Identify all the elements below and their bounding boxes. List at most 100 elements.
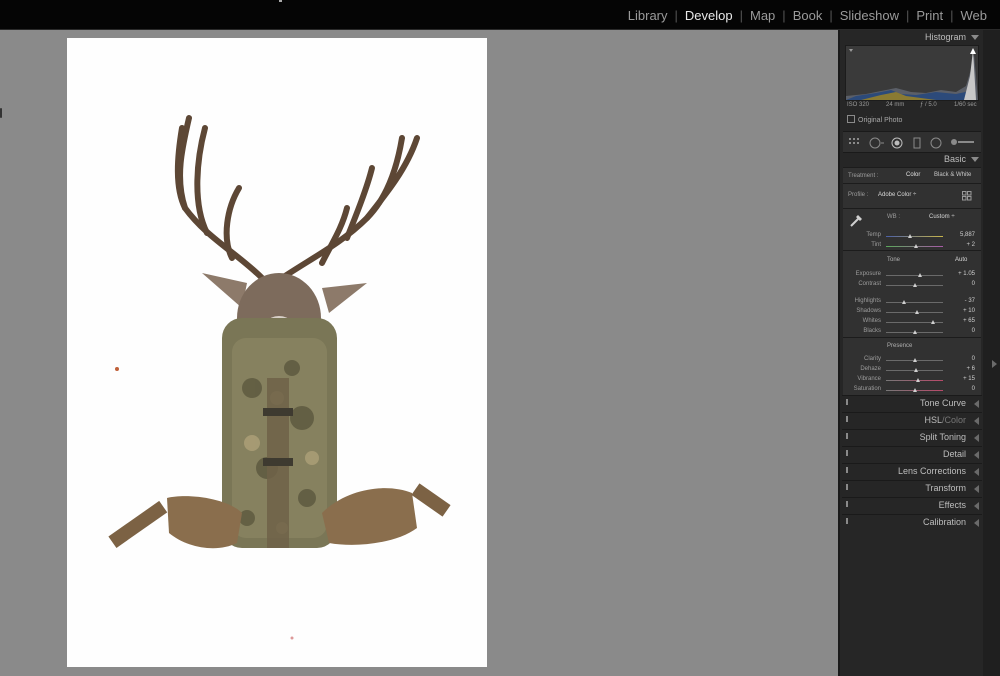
histogram-title: Histogram <box>924 32 966 42</box>
color-label[interactable]: Color <box>944 415 966 425</box>
profile-browser-icon[interactable] <box>962 191 972 201</box>
slider-value[interactable]: + 6 <box>966 366 975 372</box>
panel-switch-icon[interactable] <box>846 433 848 439</box>
slider-label: Contrast <box>858 281 881 287</box>
module-print[interactable]: Print <box>909 8 950 23</box>
module-map[interactable]: Map <box>743 8 782 23</box>
slider-value[interactable]: + 65 <box>963 318 975 324</box>
basic-header[interactable]: Basic <box>842 152 982 167</box>
slider-value[interactable]: 0 <box>972 281 975 287</box>
slider-thumb[interactable] <box>913 244 918 248</box>
slider-thumb[interactable] <box>918 273 923 277</box>
effects-header[interactable]: Effects <box>842 497 982 514</box>
slider-shadows[interactable]: Shadows + 10 <box>843 307 981 317</box>
wb-select[interactable]: Custom ÷ <box>929 214 955 220</box>
tool-strip <box>843 131 981 153</box>
slider-clarity[interactable]: Clarity 0 <box>843 355 981 365</box>
slider-value[interactable]: 0 <box>972 356 975 362</box>
spot-removal-icon[interactable] <box>869 137 885 149</box>
slider-value[interactable]: 0 <box>972 328 975 334</box>
slider-value[interactable]: 0 <box>972 386 975 392</box>
slider-tint[interactable]: Tint + 2 <box>843 241 981 251</box>
slider-thumb[interactable] <box>912 283 917 287</box>
panel-switch-icon[interactable] <box>846 399 848 405</box>
slider-vibrance[interactable]: Vibrance + 15 <box>843 375 981 385</box>
module-develop[interactable]: Develop <box>678 8 740 23</box>
module-web[interactable]: Web <box>954 8 995 23</box>
hsl-header[interactable]: HSL/Color <box>842 412 982 429</box>
slider-thumb[interactable] <box>902 300 907 304</box>
auto-tone-button[interactable]: Auto <box>955 257 967 263</box>
slider-label: Highlights <box>854 298 881 304</box>
panel-switch-icon[interactable] <box>846 501 848 507</box>
treatment-color-option[interactable]: Color <box>906 172 920 178</box>
right-panel-toggle-icon[interactable] <box>992 360 997 368</box>
slider-whites[interactable]: Whites + 65 <box>843 317 981 327</box>
split-toning-header[interactable]: Split Toning <box>842 429 982 446</box>
slider-value[interactable]: + 1.05 <box>958 271 975 277</box>
hsl-label[interactable]: HSL <box>924 415 942 425</box>
adjustment-brush-icon[interactable] <box>950 137 976 147</box>
slider-blacks[interactable]: Blacks 0 <box>843 327 981 337</box>
slider-thumb[interactable] <box>912 330 917 334</box>
expand-triangle-icon <box>974 519 979 527</box>
slider-label: Saturation <box>853 386 881 392</box>
slider-value[interactable]: + 15 <box>963 376 975 382</box>
slider-highlights[interactable]: Highlights - 37 <box>843 297 981 307</box>
module-library[interactable]: Library <box>621 8 675 23</box>
calibration-title: Calibration <box>922 517 966 527</box>
histogram-header[interactable]: Histogram <box>842 30 982 45</box>
checkbox-icon[interactable] <box>847 115 855 123</box>
slider-value[interactable]: + 10 <box>963 308 975 314</box>
tone-curve-header[interactable]: Tone Curve <box>842 395 982 412</box>
slider-thumb[interactable] <box>915 310 920 314</box>
original-photo-toggle[interactable]: Original Photo <box>847 115 902 124</box>
radial-filter-icon[interactable] <box>930 137 942 149</box>
slider-value[interactable]: 5,887 <box>960 232 975 238</box>
calibration-header[interactable]: Calibration <box>842 514 982 531</box>
slider-value[interactable]: - 37 <box>965 298 975 304</box>
slider-thumb[interactable] <box>912 358 917 362</box>
slider-temp[interactable]: Temp 5,887 <box>843 231 981 241</box>
slider-thumb[interactable] <box>914 368 919 372</box>
panel-switch-icon[interactable] <box>846 416 848 422</box>
slider-track[interactable] <box>886 236 943 237</box>
eyedropper-icon[interactable] <box>849 212 865 228</box>
slider-label: Shadows <box>856 308 881 314</box>
slider-exposure[interactable]: Exposure + 1.05 <box>843 270 981 280</box>
left-panel-toggle[interactable] <box>0 108 2 118</box>
profile-select[interactable]: Adobe Color ÷ <box>878 192 916 198</box>
red-eye-icon[interactable] <box>891 137 903 149</box>
slider-dehaze[interactable]: Dehaze + 6 <box>843 365 981 375</box>
slider-track[interactable] <box>886 302 943 303</box>
detail-header[interactable]: Detail <box>842 446 982 463</box>
slider-thumb[interactable] <box>916 378 921 382</box>
slider-thumb[interactable] <box>912 388 917 392</box>
slider-track[interactable] <box>886 380 943 381</box>
slider-label: Blacks <box>863 328 881 334</box>
expand-triangle-icon <box>974 451 979 459</box>
slider-label: Whites <box>862 318 881 324</box>
module-slideshow[interactable]: Slideshow <box>833 8 906 23</box>
treatment-bw-option[interactable]: Black & White <box>934 172 971 178</box>
slider-thumb[interactable] <box>907 234 912 238</box>
slider-saturation[interactable]: Saturation 0 <box>843 385 981 395</box>
histogram[interactable] <box>845 45 979 101</box>
slider-label: Vibrance <box>857 376 881 382</box>
module-book[interactable]: Book <box>786 8 830 23</box>
profile-label: Profile : <box>848 192 869 198</box>
panel-switch-icon[interactable] <box>846 518 848 524</box>
crop-grid-icon[interactable] <box>848 137 860 147</box>
photo-canvas[interactable] <box>67 38 487 667</box>
panel-switch-icon[interactable] <box>846 484 848 490</box>
slider-contrast[interactable]: Contrast 0 <box>843 280 981 290</box>
slider-thumb[interactable] <box>930 320 935 324</box>
graduated-filter-icon[interactable] <box>913 137 921 149</box>
slider-track[interactable] <box>886 275 943 276</box>
panel-switch-icon[interactable] <box>846 467 848 473</box>
panel-switch-icon[interactable] <box>846 450 848 456</box>
collapse-triangle-icon <box>971 157 979 162</box>
transform-header[interactable]: Transform <box>842 480 982 497</box>
slider-value[interactable]: + 2 <box>966 242 975 248</box>
lens-corrections-header[interactable]: Lens Corrections <box>842 463 982 480</box>
